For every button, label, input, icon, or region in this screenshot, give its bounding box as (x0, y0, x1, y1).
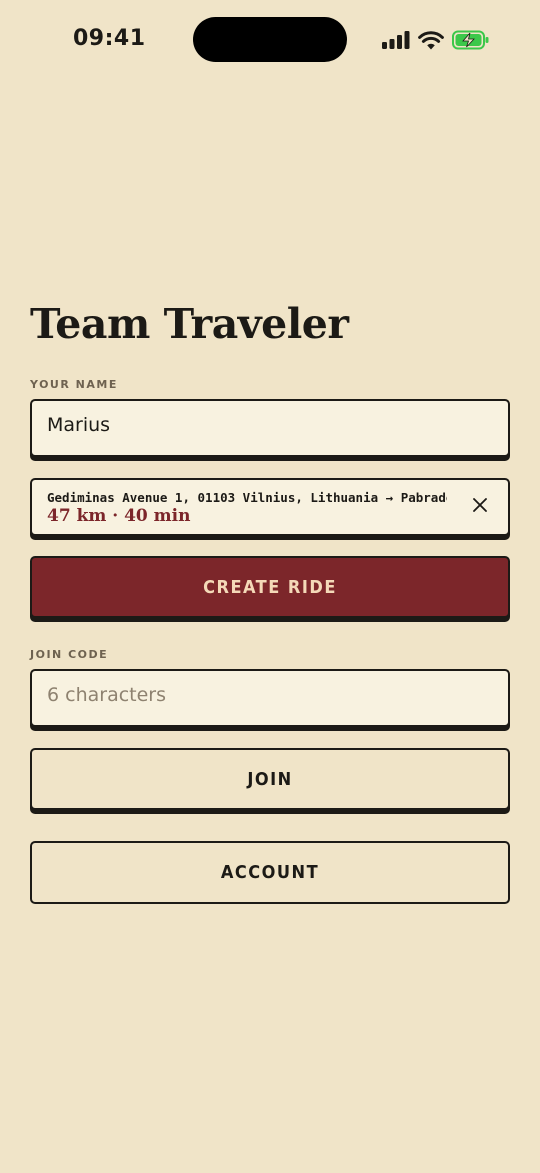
dynamic-island (193, 17, 347, 62)
close-icon (473, 497, 487, 517)
create-ride-button[interactable]: CREATE RIDE (30, 556, 510, 618)
status-time: 09:41 (73, 26, 146, 51)
name-label: YOUR NAME (30, 378, 118, 391)
join-code-input[interactable] (47, 684, 487, 706)
status-icons (382, 28, 490, 52)
status-bar: 09:41 (0, 0, 540, 80)
app-title: Team Traveler (30, 300, 349, 348)
name-field[interactable] (30, 399, 510, 457)
route-distance-time: 47 km · 40 min (47, 506, 191, 526)
wifi-icon (418, 30, 444, 50)
route-card[interactable]: Gediminas Avenue 1, 01103 Vilnius, Lithu… (30, 478, 510, 536)
join-button[interactable]: JOIN (30, 748, 510, 810)
cellular-signal-icon (382, 31, 410, 49)
join-code-label: JOIN CODE (30, 648, 109, 661)
join-code-field[interactable] (30, 669, 510, 727)
route-summary: Gediminas Avenue 1, 01103 Vilnius, Lithu… (47, 490, 447, 505)
battery-charging-icon (452, 30, 490, 50)
clear-route-button[interactable] (470, 497, 490, 517)
account-button[interactable]: ACCOUNT (30, 841, 510, 904)
name-input[interactable] (47, 414, 487, 436)
